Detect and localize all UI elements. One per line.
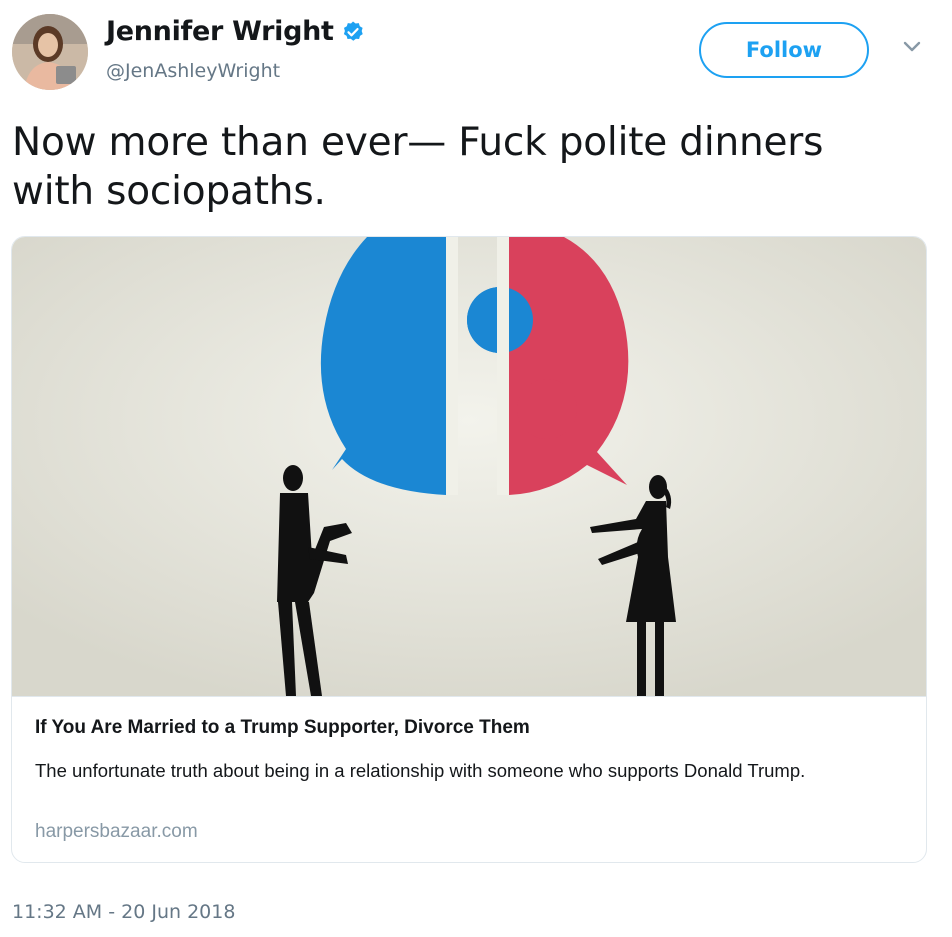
follow-button[interactable]: Follow <box>699 22 869 78</box>
tweet-text-line: Now more than ever— Fuck polite dinners <box>12 120 824 165</box>
verified-badge-icon <box>343 21 363 41</box>
chevron-down-icon[interactable] <box>902 40 922 54</box>
tweet-text: Now more than ever— Fuck polite dinners … <box>12 118 932 216</box>
card-domain: harpersbazaar.com <box>35 821 198 842</box>
card-title[interactable]: If You Are Married to a Trump Supporter,… <box>35 717 530 739</box>
user-name[interactable]: Jennifer Wright <box>106 16 334 47</box>
user-name-row: Jennifer Wright <box>106 16 365 47</box>
tweet-timestamp[interactable]: 11:32 AM - 20 Jun 2018 <box>12 901 235 923</box>
avatar[interactable] <box>12 14 88 90</box>
card-description: The unfortunate truth about being in a r… <box>35 760 806 781</box>
user-handle[interactable]: @JenAshleyWright <box>106 60 280 82</box>
puzzle-knob <box>517 379 577 439</box>
card-body[interactable]: If You Are Married to a Trump Supporter,… <box>12 696 926 862</box>
card-image <box>12 237 926 696</box>
link-card[interactable]: If You Are Married to a Trump Supporter,… <box>11 236 927 863</box>
avatar-photo <box>12 14 88 90</box>
tweet-text-line: with sociopaths. <box>12 169 326 214</box>
